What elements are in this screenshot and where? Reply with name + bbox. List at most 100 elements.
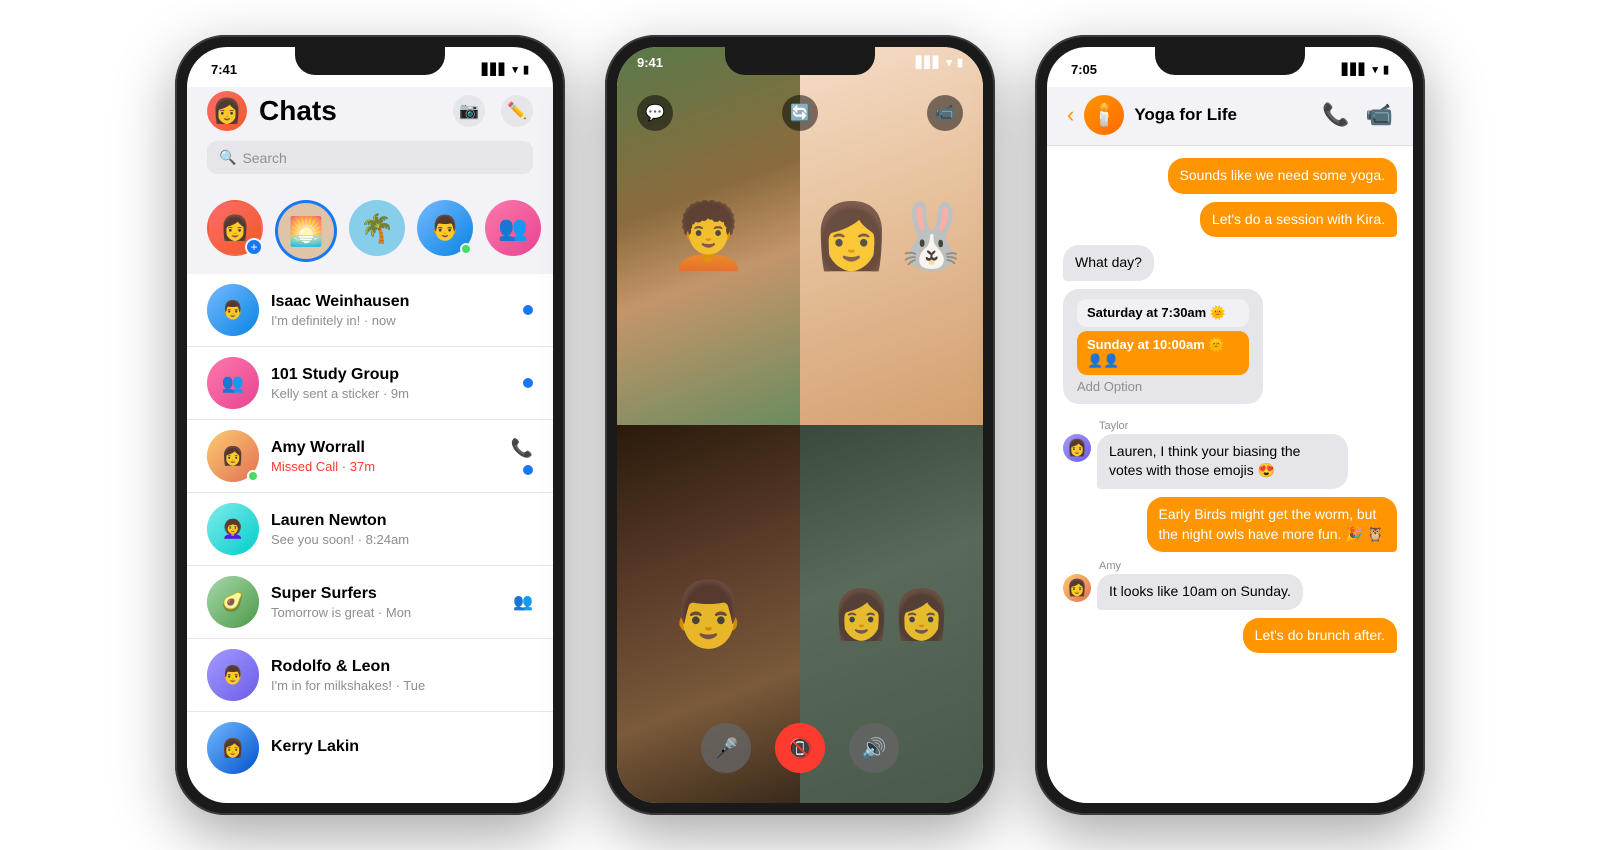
chat-avatar-amy: 👩 (207, 430, 259, 482)
user-avatar[interactable]: 👩 (207, 91, 247, 131)
status-icons-1: ▋▋▋ ▾ ▮ (482, 63, 529, 76)
poll-sun[interactable]: Sunday at 10:00am 🌞 👤👤 (1077, 331, 1249, 375)
phone1-screen: 7:41 ▋▋▋ ▾ ▮ 👩 Chats 📷 ✏️ (187, 47, 553, 803)
msg-out-3: Early Birds might get the worm, but the … (1063, 497, 1397, 552)
compose-icon-btn[interactable]: ✏️ (501, 95, 533, 127)
chat-preview-rodolfo: I'm in for milkshakes! · Tue (271, 678, 533, 693)
video-icon[interactable]: 📹 (1366, 102, 1393, 128)
msg-row-amy: 👩 It looks like 10am on Sunday. (1063, 574, 1397, 610)
chat-avatar-kerry: 👩 (207, 722, 259, 774)
chat-item-rodolfo[interactable]: 👨 Rodolfo & Leon I'm in for milkshakes! … (187, 639, 553, 712)
search-bar[interactable]: 🔍 Search (207, 141, 533, 174)
stories-row: 👩 + 🌅 🌴 👨 (187, 192, 553, 274)
taylor-msg-container: Taylor 👩 Lauren, I think your biasing th… (1063, 420, 1397, 489)
chat-list: 👨 Isaac Weinhausen I'm definitely in! · … (187, 274, 553, 784)
phone-group-chat: 7:05 ▋▋▋ ▾ ▮ ‹ 🕯️ Yoga for Life 📞 📹 Soun… (1035, 35, 1425, 815)
wifi-icon-3: ▾ (1372, 63, 1378, 76)
camera-icon-btn[interactable]: 📷 (453, 95, 485, 127)
chat-meta-amy: 📞 (511, 438, 533, 475)
msg-in-1: What day? (1063, 245, 1397, 281)
video-toggle-icon[interactable]: 📹 (927, 95, 963, 131)
chat-overlay-icon[interactable]: 💬 (637, 95, 673, 131)
poll-sat-text: Saturday at 7:30am 🌞 (1087, 305, 1226, 320)
video-overlay-icons: 💬 🔄 📹 (617, 95, 983, 131)
chat-avatar-study: 👥 (207, 357, 259, 409)
group-avatars-surfers: 👥 (513, 592, 533, 612)
end-call-btn[interactable]: 📵 (775, 723, 825, 773)
chat-meta-isaac (523, 305, 533, 315)
story-4[interactable]: 👥 (485, 200, 541, 262)
video-controls: 🎤 📵 🔊 (617, 723, 983, 773)
search-icon: 🔍 (219, 149, 236, 166)
msg-out-2: Let's do a session with Kira. (1063, 202, 1397, 238)
video-status-icons: ▋▋▋ ▾ ▮ (916, 56, 963, 69)
chat-item-amy[interactable]: 👩 Amy Worrall Missed Call · 37m 📞 (187, 420, 553, 493)
phone2-screen: 🧑‍🦱 👩🐰 👨 👩👩 (617, 47, 983, 803)
mute-btn[interactable]: 🎤 (701, 723, 751, 773)
chat-meta-study (523, 378, 533, 388)
chat-meta-surfers: 👥 (513, 592, 533, 612)
call-icon-amy: 📞 (511, 438, 533, 459)
flip-camera-icon[interactable]: 🔄 (782, 95, 818, 131)
wifi-icon: ▾ (512, 63, 518, 76)
avatar-face-surfers: 🥑 (207, 576, 259, 628)
group-chat-icon: 🕯️ (1084, 95, 1124, 135)
chat-name-amy: Amy Worrall (271, 439, 499, 457)
time-1: 7:41 (211, 62, 237, 77)
msg-bubble-out-4: Let's do brunch after. (1243, 618, 1397, 654)
story-2[interactable]: 🌴 (349, 200, 405, 262)
avatar-face-rodolfo: 👨 (207, 649, 259, 701)
avatar-taylor: 👩 (1063, 434, 1091, 462)
chat-info-rodolfo: Rodolfo & Leon I'm in for milkshakes! · … (271, 658, 533, 693)
chat-name-isaac: Isaac Weinhausen (271, 293, 511, 311)
back-button[interactable]: ‹ (1067, 102, 1074, 128)
sender-amy: Amy (1099, 560, 1397, 572)
chats-title: Chats (259, 95, 337, 127)
chat-name-kerry: Kerry Lakin (271, 738, 533, 756)
msg-row-taylor: 👩 Lauren, I think your biasing the votes… (1063, 434, 1397, 489)
sender-taylor: Taylor (1099, 420, 1397, 432)
poll-container: Saturday at 7:30am 🌞 Sunday at 10:00am 🌞… (1063, 289, 1263, 404)
unread-dot-amy (523, 465, 533, 475)
video-wifi-icon: ▾ (946, 56, 952, 69)
avatar-face-kerry: 👩 (207, 722, 259, 774)
group-chat-name: Yoga for Life (1134, 105, 1312, 125)
story-3[interactable]: 👨 (417, 200, 473, 262)
missed-call-text: Missed Call · 37m (271, 459, 375, 474)
phone-chats: 7:41 ▋▋▋ ▾ ▮ 👩 Chats 📷 ✏️ (175, 35, 565, 815)
chat-avatar-rodolfo: 👨 (207, 649, 259, 701)
msg-bubble-amy: It looks like 10am on Sunday. (1097, 574, 1303, 610)
status-icons-3: ▋▋▋ ▾ ▮ (1342, 63, 1389, 76)
chat-info-surfers: Super Surfers Tomorrow is great · Mon (271, 585, 501, 620)
chat-item-isaac[interactable]: 👨 Isaac Weinhausen I'm definitely in! · … (187, 274, 553, 347)
poll-sat[interactable]: Saturday at 7:30am 🌞 (1077, 299, 1249, 327)
video-face-2: 👩🐰 (812, 199, 971, 274)
poll-add-option[interactable]: Add Option (1077, 379, 1249, 394)
msg-bubble-out-3: Early Birds might get the worm, but the … (1147, 497, 1398, 552)
chat-item-kerry[interactable]: 👩 Kerry Lakin (187, 712, 553, 784)
speaker-btn[interactable]: 🔊 (849, 723, 899, 773)
time-2: 9:41 (637, 55, 663, 70)
chat-item-surfers[interactable]: 🥑 Super Surfers Tomorrow is great · Mon … (187, 566, 553, 639)
battery-icon: ▮ (523, 63, 529, 76)
chat-preview-study: Kelly sent a sticker · 9m (271, 386, 511, 401)
unread-dot-isaac (523, 305, 533, 315)
chat-item-study[interactable]: 👥 101 Study Group Kelly sent a sticker ·… (187, 347, 553, 420)
phone-icon[interactable]: 📞 (1322, 102, 1349, 128)
story-face-4: 👥 (485, 200, 541, 256)
chat-info-study: 101 Study Group Kelly sent a sticker · 9… (271, 366, 511, 401)
chat-item-lauren[interactable]: 👩‍🦱 Lauren Newton See you soon! · 8:24am (187, 493, 553, 566)
amy-online-dot (247, 470, 259, 482)
chat-preview-surfers: Tomorrow is great · Mon (271, 605, 501, 620)
chats-icons: 📷 ✏️ (453, 95, 533, 127)
phone-video: 🧑‍🦱 👩🐰 👨 👩👩 (605, 35, 995, 815)
story-add[interactable]: 👩 + (207, 200, 263, 262)
story-1[interactable]: 🌅 (275, 200, 337, 262)
video-status-bar: 9:41 ▋▋▋ ▾ ▮ (617, 47, 983, 74)
chats-header: 👩 Chats 📷 ✏️ 🔍 Search (187, 87, 553, 192)
msg-bubble-out-2: Let's do a session with Kira. (1200, 202, 1397, 238)
video-grid: 🧑‍🦱 👩🐰 👨 👩👩 (617, 47, 983, 803)
header-action-icons: 📞 📹 (1322, 102, 1393, 128)
chat-name-surfers: Super Surfers (271, 585, 501, 603)
notch (295, 47, 445, 75)
